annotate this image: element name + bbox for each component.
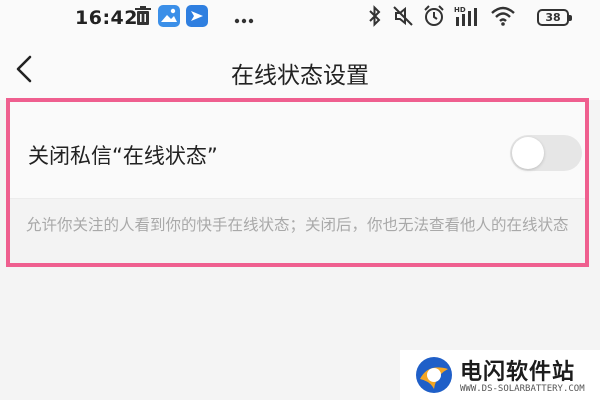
watermark-url: WWW.DS-SOLARBATTERY.COM xyxy=(460,384,585,394)
wifi-icon xyxy=(490,5,516,31)
watermark: 电闪软件站 WWW.DS-SOLARBATTERY.COM xyxy=(400,350,600,400)
nav-bar: 在线状态设置 xyxy=(0,38,600,100)
status-right-icons: HD xyxy=(368,5,516,31)
message-app-icon xyxy=(186,5,208,31)
online-status-setting-panel: 关闭私信“在线状态” 允许你关注的人看到你的快手在线状态；关闭后，你也无法查看他… xyxy=(6,98,589,267)
trash-icon xyxy=(134,6,152,30)
battery-level: 38 xyxy=(545,11,561,24)
mute-icon xyxy=(392,5,414,31)
toggle-knob xyxy=(512,137,544,169)
gallery-app-icon xyxy=(158,5,180,31)
watermark-title: 电闪软件站 xyxy=(460,360,576,385)
more-dots-icon xyxy=(234,9,254,28)
setting-label: 关闭私信“在线状态” xyxy=(28,144,218,168)
status-left-icons xyxy=(134,5,254,31)
online-status-toggle[interactable] xyxy=(510,135,582,171)
brand-logo-icon xyxy=(416,357,452,393)
setting-description: 允许你关注的人看到你的快手在线状态；关闭后，你也无法查看他人的在线状态 xyxy=(10,199,585,263)
bluetooth-icon xyxy=(368,5,382,31)
hd-signal-icon: HD xyxy=(454,6,482,30)
alarm-icon xyxy=(422,4,446,32)
page-title: 在线状态设置 xyxy=(231,63,369,89)
status-time: 16:42 xyxy=(75,7,138,29)
battery-icon: 38 xyxy=(537,9,572,26)
status-bar: 16:42 HD 38 xyxy=(0,0,600,38)
